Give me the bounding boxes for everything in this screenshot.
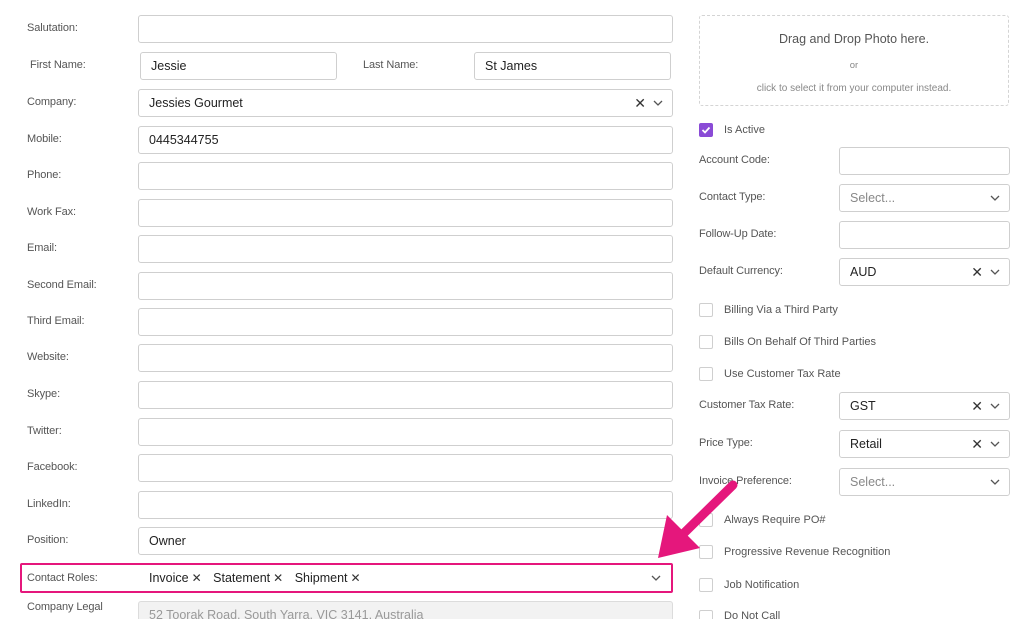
twitter-input[interactable]: [138, 418, 673, 446]
chip-shipment: Shipment ✕: [294, 571, 361, 585]
bills-on-behalf-label: Bills On Behalf Of Third Parties: [724, 336, 877, 348]
x-icon[interactable]: ✕: [192, 571, 202, 585]
work-fax-input[interactable]: [138, 199, 673, 227]
price-type-select[interactable]: Retail ✕: [839, 430, 1010, 458]
company-select[interactable]: Jessies Gourmet ✕: [138, 89, 673, 117]
third-email-input[interactable]: [138, 308, 673, 336]
default-currency-label: Default Currency:: [699, 265, 783, 277]
email-input[interactable]: [138, 235, 673, 263]
always-po-label: Always Require PO#: [724, 514, 826, 526]
last-name-label: Last Name:: [363, 59, 419, 71]
always-po-checkbox[interactable]: [699, 513, 713, 527]
company-legal-input: 52 Toorak Road, South Yarra, VIC 3141, A…: [138, 601, 673, 619]
contact-type-label: Contact Type:: [699, 191, 766, 203]
customer-tax-rate-select[interactable]: GST ✕: [839, 392, 1010, 420]
skype-input[interactable]: [138, 381, 673, 409]
progressive-revenue-label: Progressive Revenue Recognition: [724, 546, 891, 558]
website-input[interactable]: [138, 344, 673, 372]
chevron-down-icon[interactable]: [989, 192, 1001, 204]
account-code-label: Account Code:: [699, 154, 770, 166]
do-not-call-label: Do Not Call: [724, 610, 781, 619]
do-not-call-checkbox[interactable]: [699, 610, 713, 619]
company-label: Company:: [27, 96, 77, 108]
job-notification-label: Job Notification: [724, 579, 800, 591]
billing-third-party-checkbox[interactable]: [699, 303, 713, 317]
check-icon: [701, 126, 711, 134]
job-notification-checkbox[interactable]: [699, 578, 713, 592]
work-fax-label: Work Fax:: [27, 206, 77, 218]
is-active-checkbox[interactable]: [699, 123, 713, 137]
chevron-down-icon[interactable]: [989, 266, 1001, 278]
twitter-label: Twitter:: [27, 425, 62, 437]
invoice-preference-label: Invoice Preference:: [699, 475, 792, 487]
contact-type-select[interactable]: Select...: [839, 184, 1010, 212]
use-customer-tax-label: Use Customer Tax Rate: [724, 368, 841, 380]
contact-roles-select[interactable]: Invoice ✕ Statement ✕ Shipment ✕: [138, 565, 671, 591]
linkedin-input[interactable]: [138, 491, 673, 519]
billing-third-party-label: Billing Via a Third Party: [724, 304, 838, 316]
last-name-input[interactable]: St James: [474, 52, 671, 80]
x-icon[interactable]: ✕: [273, 571, 283, 585]
customer-tax-rate-label: Customer Tax Rate:: [699, 399, 795, 411]
x-icon[interactable]: ✕: [971, 437, 983, 451]
bills-on-behalf-checkbox[interactable]: [699, 335, 713, 349]
follow-up-input[interactable]: [839, 221, 1010, 249]
dropzone-or: or: [849, 60, 859, 71]
second-email-label: Second Email:: [27, 279, 97, 291]
email-label: Email:: [27, 242, 57, 254]
chevron-down-icon[interactable]: [989, 400, 1001, 412]
follow-up-label: Follow-Up Date:: [699, 228, 777, 240]
chip-invoice: Invoice ✕: [149, 571, 202, 585]
x-icon[interactable]: ✕: [971, 265, 983, 279]
second-email-input[interactable]: [138, 272, 673, 300]
salutation-label: Salutation:: [27, 22, 78, 34]
first-name-label: First Name:: [30, 59, 86, 71]
x-icon[interactable]: ✕: [971, 399, 983, 413]
skype-label: Skype:: [27, 388, 61, 400]
dropzone-title: Drag and Drop Photo here.: [778, 32, 930, 46]
use-customer-tax-checkbox[interactable]: [699, 367, 713, 381]
price-type-label: Price Type:: [699, 437, 753, 449]
first-name-input[interactable]: Jessie: [140, 52, 337, 80]
is-active-label: Is Active: [724, 124, 765, 136]
linkedin-label: LinkedIn:: [27, 498, 71, 510]
chevron-down-icon[interactable]: [989, 476, 1001, 488]
progressive-revenue-checkbox[interactable]: [699, 545, 713, 559]
chevron-down-icon[interactable]: [989, 438, 1001, 450]
x-icon[interactable]: ✕: [634, 96, 646, 110]
third-email-label: Third Email:: [27, 315, 85, 327]
position-input[interactable]: Owner: [138, 527, 673, 555]
account-code-input[interactable]: [839, 147, 1010, 175]
chevron-down-icon[interactable]: [652, 97, 664, 109]
company-legal-label: Company Legal: [27, 601, 103, 613]
default-currency-select[interactable]: AUD ✕: [839, 258, 1010, 286]
invoice-preference-select[interactable]: Select...: [839, 468, 1010, 496]
phone-input[interactable]: [138, 162, 673, 190]
mobile-label: Mobile:: [27, 133, 62, 145]
facebook-input[interactable]: [138, 454, 673, 482]
chip-statement: Statement ✕: [213, 571, 284, 585]
position-label: Position:: [27, 534, 69, 546]
phone-label: Phone:: [27, 169, 62, 181]
dropzone-subtitle: click to select it from your computer in…: [756, 83, 952, 94]
facebook-label: Facebook:: [27, 461, 78, 473]
salutation-input[interactable]: [138, 15, 673, 43]
website-label: Website:: [27, 351, 69, 363]
chevron-down-icon[interactable]: [650, 572, 662, 584]
contact-roles-label: Contact Roles:: [27, 572, 98, 584]
photo-dropzone[interactable]: Drag and Drop Photo here. or click to se…: [699, 15, 1009, 106]
x-icon[interactable]: ✕: [351, 571, 361, 585]
mobile-input[interactable]: 0445344755: [138, 126, 673, 154]
